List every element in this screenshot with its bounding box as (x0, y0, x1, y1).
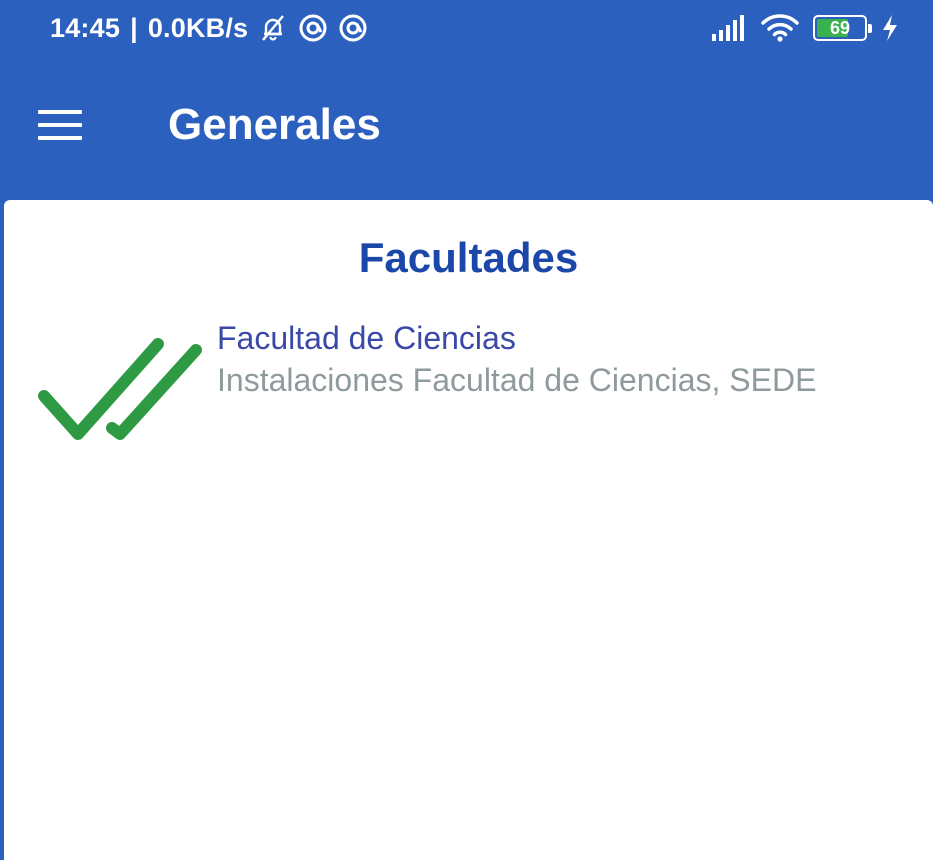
hamburger-icon (38, 110, 82, 140)
item-title: Facultad de Ciencias (217, 320, 516, 356)
section-title: Facultades (358, 234, 579, 281)
status-separator: | (130, 12, 138, 43)
wifi-icon (761, 13, 799, 43)
battery-tip (868, 24, 872, 33)
charging-bolt-icon (881, 14, 899, 42)
status-network-speed: 0.0KB/s (147, 12, 249, 43)
menu-button[interactable] (30, 100, 90, 150)
list-item-facultad[interactable]: Facultad de Ciencias Instalaciones Facul… (4, 310, 933, 450)
toolbar: Generales (0, 70, 933, 180)
bell-off-icon (258, 13, 288, 43)
battery-level: 69 (829, 17, 851, 38)
page-title: Generales (168, 100, 381, 149)
status-time: 14:45 (50, 12, 121, 43)
status-bar: 14:45 | 0.0KB/s 69 (0, 0, 933, 56)
status-left: 14:45 | 0.0KB/s (50, 10, 368, 46)
at-sign-icon-2 (338, 13, 368, 43)
battery-icon: 69 (813, 15, 872, 41)
double-check-icon (38, 338, 208, 453)
status-right: 69 (711, 8, 899, 48)
app-header: 14:45 | 0.0KB/s 69 Generales (0, 0, 933, 192)
at-sign-icon (298, 13, 328, 43)
item-subtitle: Instalaciones Facultad de Ciencias, SEDE (217, 362, 817, 398)
signal-icon (711, 14, 747, 42)
content-card: Facultades Facultad de Ciencias Instalac… (4, 200, 933, 860)
